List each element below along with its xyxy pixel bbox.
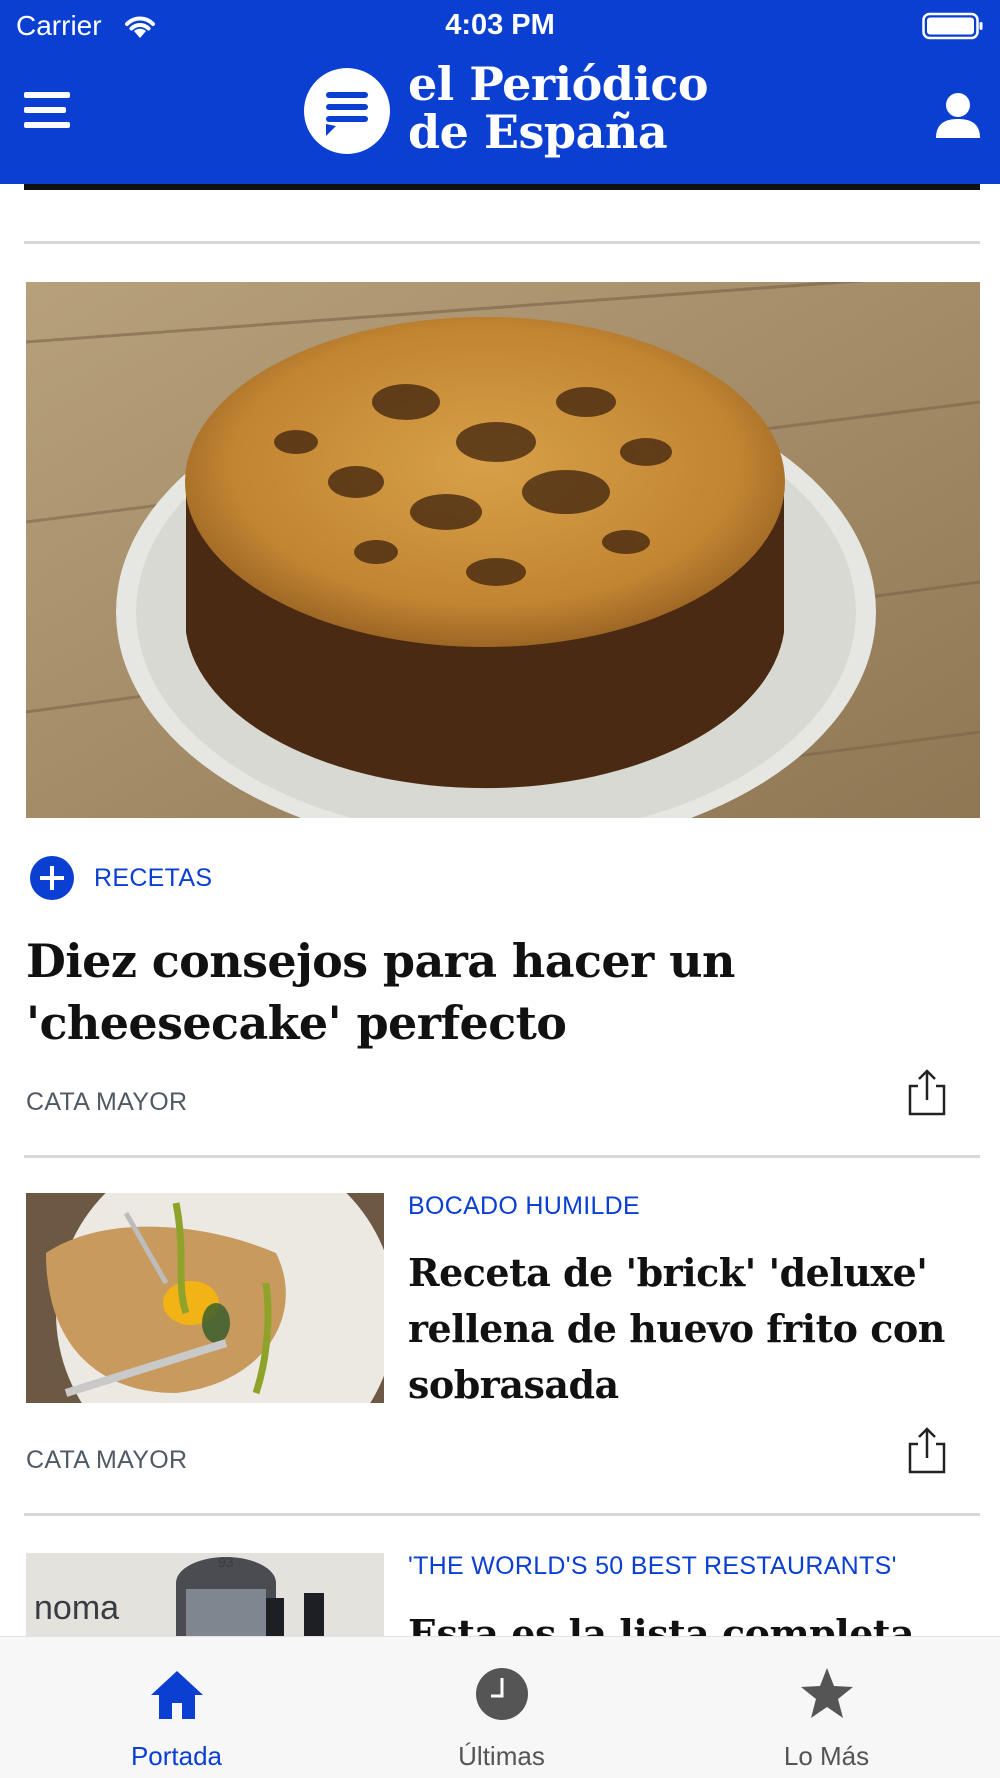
battery-icon [922,12,983,40]
article-thumbnail-noma[interactable]: noma 93 [26,1553,384,1636]
divider [24,1513,980,1516]
hero-author: CATA MAYOR [26,1088,188,1116]
hamburger-icon-line [24,122,70,128]
tab-lo-mas[interactable]: Lo Más [660,1637,993,1778]
article-thumbnail-brick[interactable] [26,1193,384,1403]
article-author: CATA MAYOR [26,1446,188,1474]
tab-ultimas[interactable]: Últimas [335,1637,668,1778]
share-icon[interactable] [906,1426,948,1476]
site-logo[interactable]: el Periódico de España [408,57,709,159]
tab-label: Últimas [458,1741,545,1771]
status-bar: Carrier 4:03 PM [0,0,1000,54]
hero-image-cheesecake[interactable] [26,282,980,818]
menu-button[interactable] [24,92,80,148]
tab-bar: Portada Últimas Lo Más [0,1636,1000,1778]
divider [24,241,980,244]
hamburger-icon-line [24,92,70,98]
clock-icon [475,1668,528,1720]
star-icon [800,1668,853,1718]
article-kicker[interactable]: BOCADO HUMILDE [408,1192,640,1221]
article-kicker[interactable]: 'THE WORLD'S 50 BEST RESTAURANTS' [408,1552,897,1581]
user-icon[interactable] [934,90,982,142]
plus-icon[interactable] [30,856,74,900]
home-icon [150,1671,203,1719]
logo-line-2: de España [408,105,668,159]
section-label: RECETAS [94,863,213,892]
photo-number-text: 93 [218,1554,234,1570]
tab-portada[interactable]: Portada [10,1637,343,1778]
article-headline[interactable]: Esta es la lista completa [408,1606,968,1636]
tab-label: Portada [130,1741,223,1771]
section-link-recetas[interactable]: RECETAS [30,856,212,900]
article-headline[interactable]: Receta de 'brick' 'deluxe' rellena de hu… [408,1245,968,1413]
header-bottom-rule [24,184,980,190]
tab-label: Lo Más [783,1741,870,1771]
logo-mark-icon [304,68,390,154]
app-header-bar: Carrier 4:03 PM el Periódico de España [0,0,1000,184]
divider [24,1155,980,1158]
hamburger-icon-line [24,107,66,113]
navigation-header: el Periódico de España [0,54,1000,184]
hero-headline[interactable]: Diez consejos para hacer un 'cheesecake'… [26,930,986,1054]
share-icon[interactable] [906,1068,948,1118]
clock-time: 4:03 PM [445,9,555,41]
photo-sign-text: noma [34,1589,119,1627]
logo-line-1: el Periódico [408,57,709,111]
